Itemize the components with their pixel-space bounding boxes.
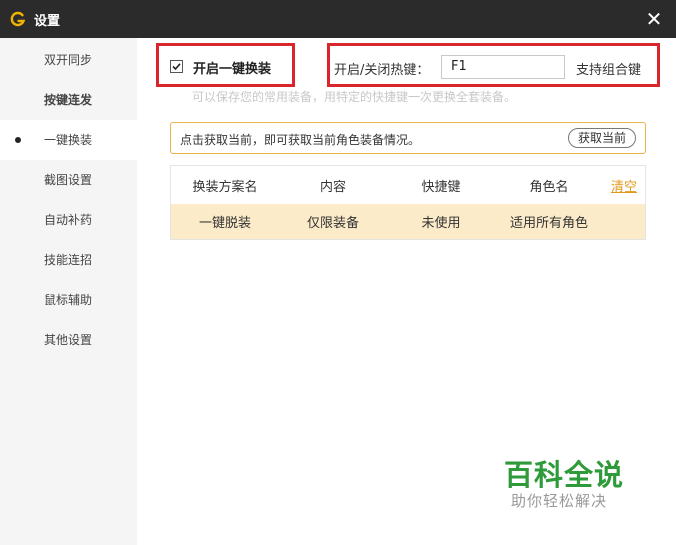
fetch-current-button[interactable]: 获取当前	[568, 128, 636, 148]
sidebar-item-label: 其他设置	[44, 333, 93, 347]
sidebar-item-one-key-outfit[interactable]: 一键换装	[0, 120, 137, 160]
header-scheme-name: 换装方案名	[192, 179, 258, 195]
info-bar: 点击获取当前，即可获取当前角色装备情况。 获取当前	[170, 122, 646, 154]
header-content: 内容	[319, 179, 346, 195]
table-header: 换装方案名 内容 快捷键 角色名 清空	[171, 166, 645, 204]
table-row[interactable]: 一键脱装 仅限装备 未使用 适用所有角色	[171, 204, 645, 239]
watermark-title: 百科全说	[504, 458, 625, 492]
title-bar: 设置 ✕	[0, 0, 676, 38]
sidebar-item-mouse-assist[interactable]: 鼠标辅助	[0, 280, 137, 320]
hotkey-input[interactable]: F1	[441, 55, 565, 79]
enable-checkbox[interactable]	[170, 60, 183, 73]
sidebar-item-label: 技能连招	[44, 253, 93, 267]
watermark-logo: 百科全说 助你轻松解决	[482, 438, 652, 520]
close-icon[interactable]: ✕	[644, 9, 664, 29]
sidebar-item-label: 鼠标辅助	[44, 293, 93, 307]
sidebar: 双开同步 按键连发 一键换装 截图设置 自动补药 技能连招 鼠标辅助 其他设置	[0, 38, 137, 545]
sidebar-item-label: 一键换装	[44, 133, 93, 147]
sidebar-item-dual-sync[interactable]: 双开同步	[0, 40, 137, 80]
enable-label[interactable]: 开启一键换装	[193, 58, 271, 77]
header-role-name: 角色名	[529, 179, 569, 195]
header-hotkey: 快捷键	[421, 179, 461, 195]
app-logo-icon	[10, 11, 26, 27]
outfit-table: 换装方案名 内容 快捷键 角色名 清空 一键脱装 仅限装备 未使用 适用所有角色	[170, 165, 646, 240]
combo-key-label: 支持组合键	[576, 63, 642, 78]
cell-scheme-name: 一键脱装	[198, 216, 251, 231]
sidebar-item-label: 截图设置	[44, 173, 93, 187]
info-text: 点击获取当前，即可获取当前角色装备情况。	[180, 133, 421, 147]
hint-text: 可以保存您的常用装备，用特定的快捷键一次更换全套装备。	[192, 90, 517, 104]
hotkey-label: 开启/关闭热键：	[334, 63, 430, 78]
sidebar-item-skill-combo[interactable]: 技能连招	[0, 240, 137, 280]
cell-content: 仅限装备	[306, 216, 359, 231]
sidebar-item-key-repeat[interactable]: 按键连发	[0, 80, 137, 120]
sidebar-item-other[interactable]: 其他设置	[0, 320, 137, 360]
window-title: 设置	[34, 13, 61, 29]
sidebar-item-label: 双开同步	[44, 53, 93, 67]
sidebar-item-auto-potion[interactable]: 自动补药	[0, 200, 137, 240]
sidebar-item-label: 按键连发	[44, 93, 93, 107]
sidebar-item-screenshot[interactable]: 截图设置	[0, 160, 137, 200]
active-bullet-icon	[15, 137, 21, 143]
sidebar-item-label: 自动补药	[44, 213, 93, 227]
settings-window: 设置 ✕ 双开同步 按键连发 一键换装 截图设置 自动补药 技能连招 鼠标辅助 …	[0, 0, 676, 545]
cell-hotkey: 未使用	[421, 216, 461, 231]
cell-role-name: 适用所有角色	[509, 216, 588, 231]
watermark-subtitle: 助你轻松解决	[511, 492, 608, 510]
checkmark-icon	[172, 63, 181, 71]
clear-link[interactable]: 清空	[611, 176, 637, 195]
